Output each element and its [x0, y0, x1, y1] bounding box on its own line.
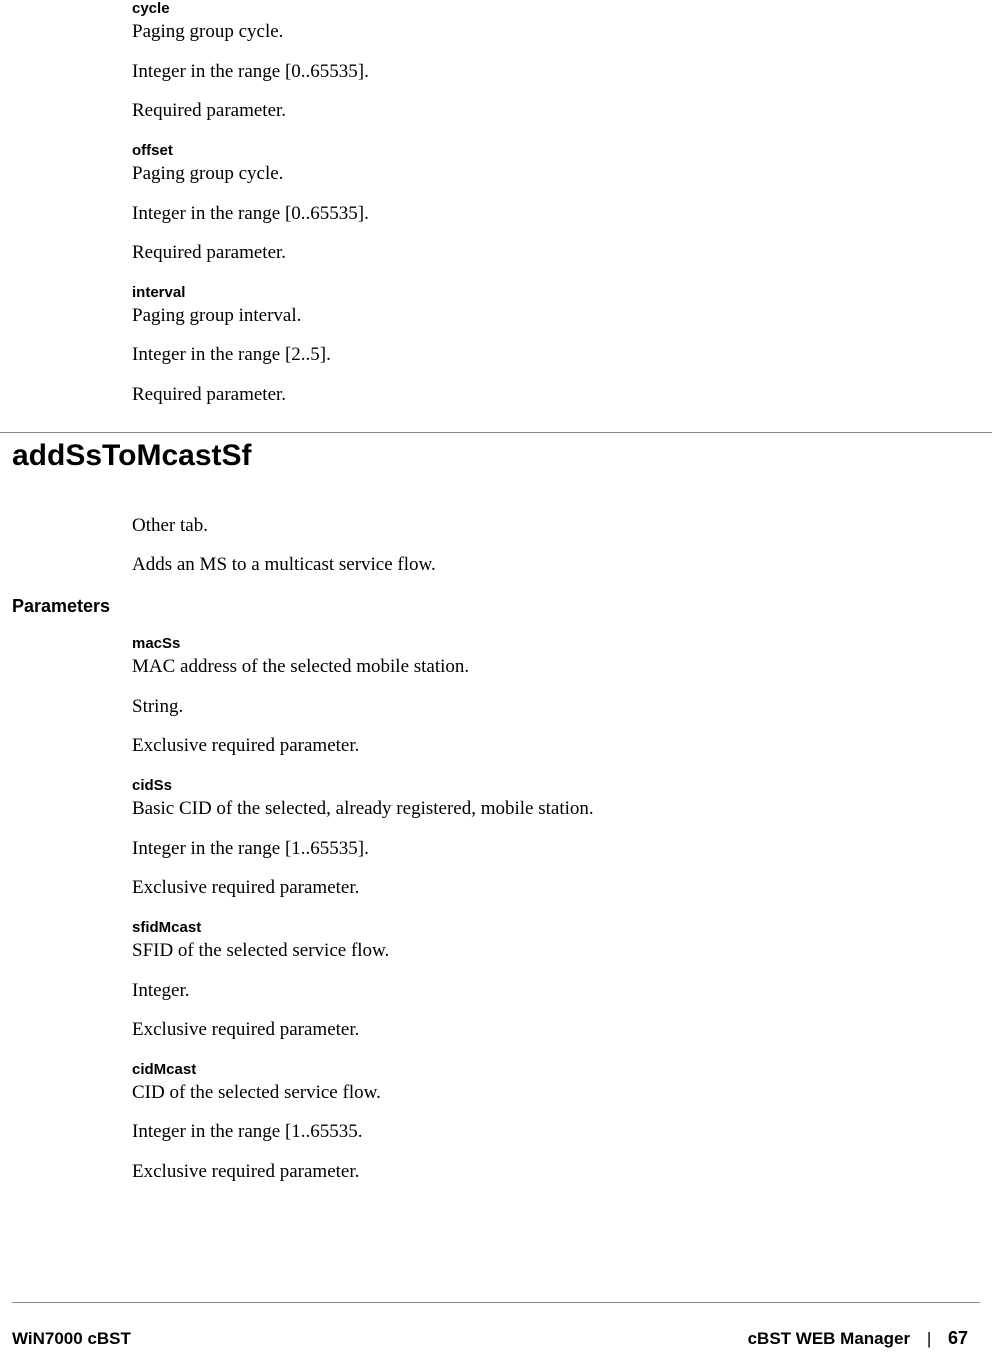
- footer-page-number: 67: [948, 1328, 968, 1348]
- footer-sep: |: [927, 1329, 931, 1348]
- param-req: Required parameter.: [132, 240, 912, 266]
- param-desc: Paging group interval.: [132, 303, 912, 329]
- param-name: offset: [132, 142, 912, 159]
- section-divider: [0, 432, 992, 433]
- param-desc: Paging group cycle.: [132, 19, 912, 45]
- footer-right: cBST WEB Manager | 67: [748, 1328, 968, 1349]
- param-name: cidSs: [132, 777, 912, 794]
- parameters-heading: Parameters: [12, 596, 992, 617]
- param-type: Integer in the range [0..65535].: [132, 59, 912, 85]
- param-req: Exclusive required parameter.: [132, 1017, 912, 1043]
- param-req: Exclusive required parameter.: [132, 733, 912, 759]
- param-type: String.: [132, 694, 912, 720]
- param-req: Required parameter.: [132, 382, 912, 408]
- param-type: Integer in the range [1..65535].: [132, 836, 912, 862]
- param-desc: SFID of the selected service flow.: [132, 938, 912, 964]
- footer-left: WiN7000 cBST: [12, 1329, 131, 1349]
- param-type: Integer in the range [0..65535].: [132, 201, 912, 227]
- param-name: cycle: [132, 0, 912, 17]
- param-type: Integer in the range [1..65535.: [132, 1119, 912, 1145]
- intro-line: Adds an MS to a multicast service flow.: [132, 552, 912, 578]
- section-params-block: macSs MAC address of the selected mobile…: [0, 635, 992, 1185]
- param-name: macSs: [132, 635, 912, 652]
- param-desc: MAC address of the selected mobile stati…: [132, 654, 912, 680]
- param-req: Exclusive required parameter.: [132, 875, 912, 901]
- param-name: interval: [132, 284, 912, 301]
- footer-title: cBST WEB Manager: [748, 1329, 910, 1348]
- intro-line: Other tab.: [132, 513, 912, 539]
- param-type: Integer.: [132, 978, 912, 1004]
- params-top-block: cycle Paging group cycle. Integer in the…: [0, 0, 992, 408]
- param-desc: Basic CID of the selected, already regis…: [132, 796, 912, 822]
- footer-divider: [12, 1302, 980, 1303]
- param-req: Required parameter.: [132, 98, 912, 124]
- param-name: cidMcast: [132, 1061, 912, 1078]
- param-desc: Paging group cycle.: [132, 161, 912, 187]
- param-desc: CID of the selected service flow.: [132, 1080, 912, 1106]
- section-intro: Other tab. Adds an MS to a multicast ser…: [0, 513, 992, 578]
- page-footer: WiN7000 cBST cBST WEB Manager | 67: [12, 1328, 968, 1349]
- param-name: sfidMcast: [132, 919, 912, 936]
- page: cycle Paging group cycle. Integer in the…: [0, 0, 992, 1365]
- param-req: Exclusive required parameter.: [132, 1159, 912, 1185]
- section-title: addSsToMcastSf: [12, 439, 992, 473]
- param-type: Integer in the range [2..5].: [132, 342, 912, 368]
